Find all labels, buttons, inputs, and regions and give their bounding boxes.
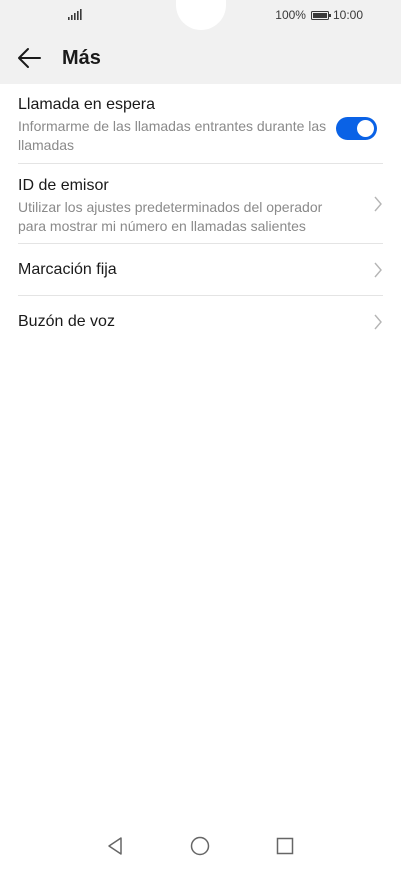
battery-percentage: 100% bbox=[275, 8, 306, 22]
chevron-right-icon bbox=[374, 262, 382, 278]
clock: 10:00 bbox=[332, 8, 363, 22]
setting-caller-id[interactable]: ID de emisor Utilizar los ajustes predet… bbox=[18, 176, 383, 236]
chevron-right-icon bbox=[374, 196, 382, 212]
setting-title: Buzón de voz bbox=[18, 313, 115, 330]
back-arrow-icon[interactable] bbox=[16, 44, 44, 72]
setting-subtitle: Informarme de las llamadas entrantes dur… bbox=[18, 118, 327, 153]
divider bbox=[18, 295, 383, 296]
call-waiting-toggle[interactable] bbox=[336, 117, 377, 140]
status-right: 100% 10:00 bbox=[275, 7, 363, 23]
chevron-right-icon bbox=[374, 314, 382, 330]
setting-fixed-dialing[interactable]: Marcación fija bbox=[18, 260, 383, 282]
header-area: 100% 10:00 Más bbox=[0, 0, 401, 84]
setting-title: ID de emisor bbox=[18, 177, 109, 194]
setting-call-waiting[interactable]: Llamada en espera Informarme de las llam… bbox=[18, 95, 383, 155]
nav-back-icon[interactable] bbox=[106, 836, 124, 856]
nav-recents-icon[interactable] bbox=[276, 836, 294, 856]
setting-subtitle: Utilizar los ajustes predeterminados del… bbox=[18, 199, 323, 234]
setting-title: Llamada en espera bbox=[18, 96, 155, 113]
navigation-bar bbox=[0, 832, 401, 862]
battery-icon bbox=[310, 10, 331, 20]
nav-home-icon[interactable] bbox=[190, 836, 210, 856]
divider bbox=[18, 163, 383, 164]
camera-notch bbox=[176, 0, 226, 30]
page-title: Más bbox=[62, 47, 101, 69]
setting-title: Marcación fija bbox=[18, 261, 117, 278]
divider bbox=[18, 243, 383, 244]
setting-voicemail[interactable]: Buzón de voz bbox=[18, 312, 383, 334]
signal-icon bbox=[68, 9, 82, 20]
toggle-knob bbox=[357, 120, 374, 137]
